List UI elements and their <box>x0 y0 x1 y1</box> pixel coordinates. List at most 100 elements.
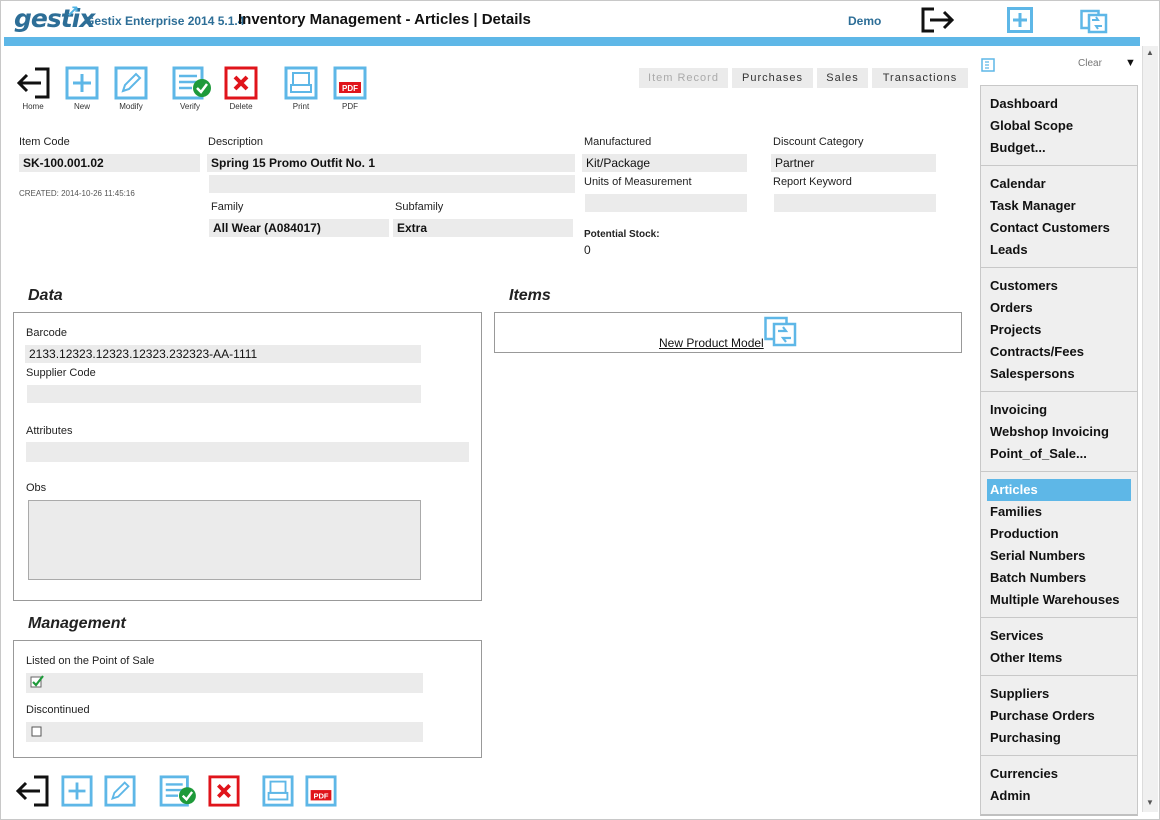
sidebar-group: Dashboard Global Scope Budget... <box>980 85 1138 168</box>
new-window-icon[interactable] <box>1007 7 1033 38</box>
new-button-bottom[interactable] <box>61 775 93 812</box>
report-keyword-label: Report Keyword <box>773 176 852 188</box>
modify-button[interactable]: Modify <box>113 66 149 111</box>
sidebar-item-multiple-warehouses[interactable]: Multiple Warehouses <box>987 589 1131 611</box>
sidebar-item-leads[interactable]: Leads <box>987 239 1131 261</box>
pdf-button-bottom[interactable]: PDF <box>305 775 337 812</box>
sidebar-item-contact-customers[interactable]: Contact Customers <box>987 217 1131 239</box>
barcode-field[interactable]: 2133.12323.12323.12323.232323-AA-1111 <box>25 345 421 363</box>
delete-label: Delete <box>229 102 253 111</box>
sidebar-item-purchase-orders[interactable]: Purchase Orders <box>987 705 1131 727</box>
units-label: Units of Measurement <box>584 176 692 188</box>
sidebar-item-projects[interactable]: Projects <box>987 319 1131 341</box>
description-field-2[interactable] <box>209 175 575 193</box>
pdf-button[interactable]: PDF PDF <box>332 66 368 111</box>
sidebar-item-webshop-invoicing[interactable]: Webshop Invoicing <box>987 421 1131 443</box>
sidebar-item-batch-numbers[interactable]: Batch Numbers <box>987 567 1131 589</box>
sidebar-item-families[interactable]: Families <box>987 501 1131 523</box>
discontinued-checkbox[interactable] <box>31 725 43 743</box>
logout-icon[interactable] <box>920 6 956 39</box>
sidebar-item-salespersons[interactable]: Salespersons <box>987 363 1131 385</box>
sidebar-group: Calendar Task Manager Contact Customers Lea… <box>980 165 1138 270</box>
tab-item-record[interactable]: Item Record <box>639 68 728 88</box>
sidebar-item-global-scope[interactable]: Global Scope <box>987 115 1131 137</box>
sidebar-item-services[interactable]: Services <box>987 625 1131 647</box>
home-button-bottom[interactable] <box>14 774 50 813</box>
units-field[interactable] <box>585 194 747 212</box>
description-field[interactable]: Spring 15 Promo Outfit No. 1 <box>207 154 575 172</box>
sidebar-item-dashboard[interactable]: Dashboard <box>987 93 1131 115</box>
tab-purchases[interactable]: Purchases <box>732 68 813 88</box>
sidebar-group: Suppliers Purchase Orders Purchasing <box>980 675 1138 758</box>
potential-stock-value: 0 <box>584 243 591 257</box>
sidebar-item-suppliers[interactable]: Suppliers <box>987 683 1131 705</box>
verify-label: Verify <box>179 102 200 111</box>
app-logo: gestix ↗ <box>14 2 95 33</box>
scroll-down-icon[interactable]: ▼ <box>1146 798 1154 807</box>
supplier-code-field[interactable] <box>27 385 421 403</box>
discount-category-label: Discount Category <box>773 136 864 148</box>
sidebar-group: Invoicing Webshop Invoicing Point_of_Sale.… <box>980 391 1138 474</box>
sidebar-item-other-items[interactable]: Other Items <box>987 647 1131 669</box>
created-timestamp: CREATED: 2014-10-26 11:45:16 <box>19 189 135 198</box>
sidebar-item-admin[interactable]: Admin <box>987 785 1131 807</box>
sidebar-item-budget[interactable]: Budget... <box>987 137 1131 159</box>
sidebar-item-customers[interactable]: Customers <box>987 275 1131 297</box>
sidebar-group: Currencies Admin <box>980 755 1138 816</box>
barcode-label: Barcode <box>26 327 67 339</box>
description-label: Description <box>208 136 264 148</box>
page-scrollbar[interactable]: ▲ ▼ <box>1142 46 1158 812</box>
sidebar-item-contracts-fees[interactable]: Contracts/Fees <box>987 341 1131 363</box>
header-accent-bar <box>4 37 1140 46</box>
pdf-badge-text-bottom: PDF <box>313 792 328 801</box>
items-section-title: Items <box>509 287 551 304</box>
refresh-icon[interactable] <box>1080 6 1108 39</box>
obs-textarea[interactable] <box>28 500 421 580</box>
data-section-title: Data <box>28 287 63 304</box>
product-model-refresh-icon[interactable] <box>764 314 798 353</box>
discontinued-row <box>26 722 423 742</box>
sidebar-item-currencies[interactable]: Currencies <box>987 763 1131 785</box>
modify-button-bottom[interactable] <box>104 775 136 812</box>
sidebar-clear-select[interactable]: Clear <box>1078 58 1102 69</box>
manufactured-label: Manufactured <box>584 136 652 148</box>
pos-listed-checkbox[interactable] <box>30 674 45 694</box>
tab-sales[interactable]: Sales <box>817 68 868 88</box>
sidebar-item-articles[interactable]: Articles <box>987 479 1131 501</box>
sidebar-item-task-manager[interactable]: Task Manager <box>987 195 1131 217</box>
chevron-down-icon[interactable]: ▼ <box>1125 57 1136 69</box>
sidebar-item-point-of-sale[interactable]: Point_of_Sale... <box>987 443 1131 465</box>
user-name[interactable]: Demo <box>848 14 881 28</box>
tab-transactions[interactable]: Transactions <box>872 68 968 88</box>
attributes-field[interactable] <box>26 442 469 462</box>
new-button[interactable]: New <box>64 66 100 111</box>
sidebar-item-purchasing[interactable]: Purchasing <box>987 727 1131 749</box>
scroll-up-icon[interactable]: ▲ <box>1146 48 1154 57</box>
sidebar-panel-icon[interactable] <box>981 58 995 77</box>
verify-button-bottom[interactable] <box>158 775 198 812</box>
sidebar-item-calendar[interactable]: Calendar <box>987 173 1131 195</box>
family-field[interactable]: All Wear (A084017) <box>209 219 389 237</box>
verify-button[interactable]: Verify <box>172 66 211 111</box>
sidebar-item-invoicing[interactable]: Invoicing <box>987 399 1131 421</box>
new-product-model-link[interactable]: New Product Model <box>659 336 764 350</box>
delete-button[interactable]: Delete <box>223 66 259 111</box>
management-section-title: Management <box>28 615 126 632</box>
print-button-bottom[interactable] <box>262 775 294 812</box>
attributes-label: Attributes <box>26 425 73 437</box>
manufactured-select[interactable]: Kit/Package <box>582 154 747 172</box>
print-button[interactable]: Print <box>283 66 319 111</box>
new-label: New <box>73 102 90 111</box>
discontinued-label: Discontinued <box>26 704 90 716</box>
report-keyword-field[interactable] <box>774 194 936 212</box>
sidebar-item-orders[interactable]: Orders <box>987 297 1131 319</box>
home-button[interactable]: Home <box>15 66 51 111</box>
subfamily-field[interactable]: Extra <box>393 219 573 237</box>
item-code-field[interactable]: SK-100.001.02 <box>19 154 200 172</box>
sidebar-group: Services Other Items <box>980 617 1138 678</box>
sidebar-item-production[interactable]: Production <box>987 523 1131 545</box>
page-title: Inventory Management - Articles | Detail… <box>238 11 531 28</box>
sidebar-item-serial-numbers[interactable]: Serial Numbers <box>987 545 1131 567</box>
delete-button-bottom[interactable] <box>208 775 240 812</box>
discount-category-select[interactable]: Partner <box>771 154 936 172</box>
